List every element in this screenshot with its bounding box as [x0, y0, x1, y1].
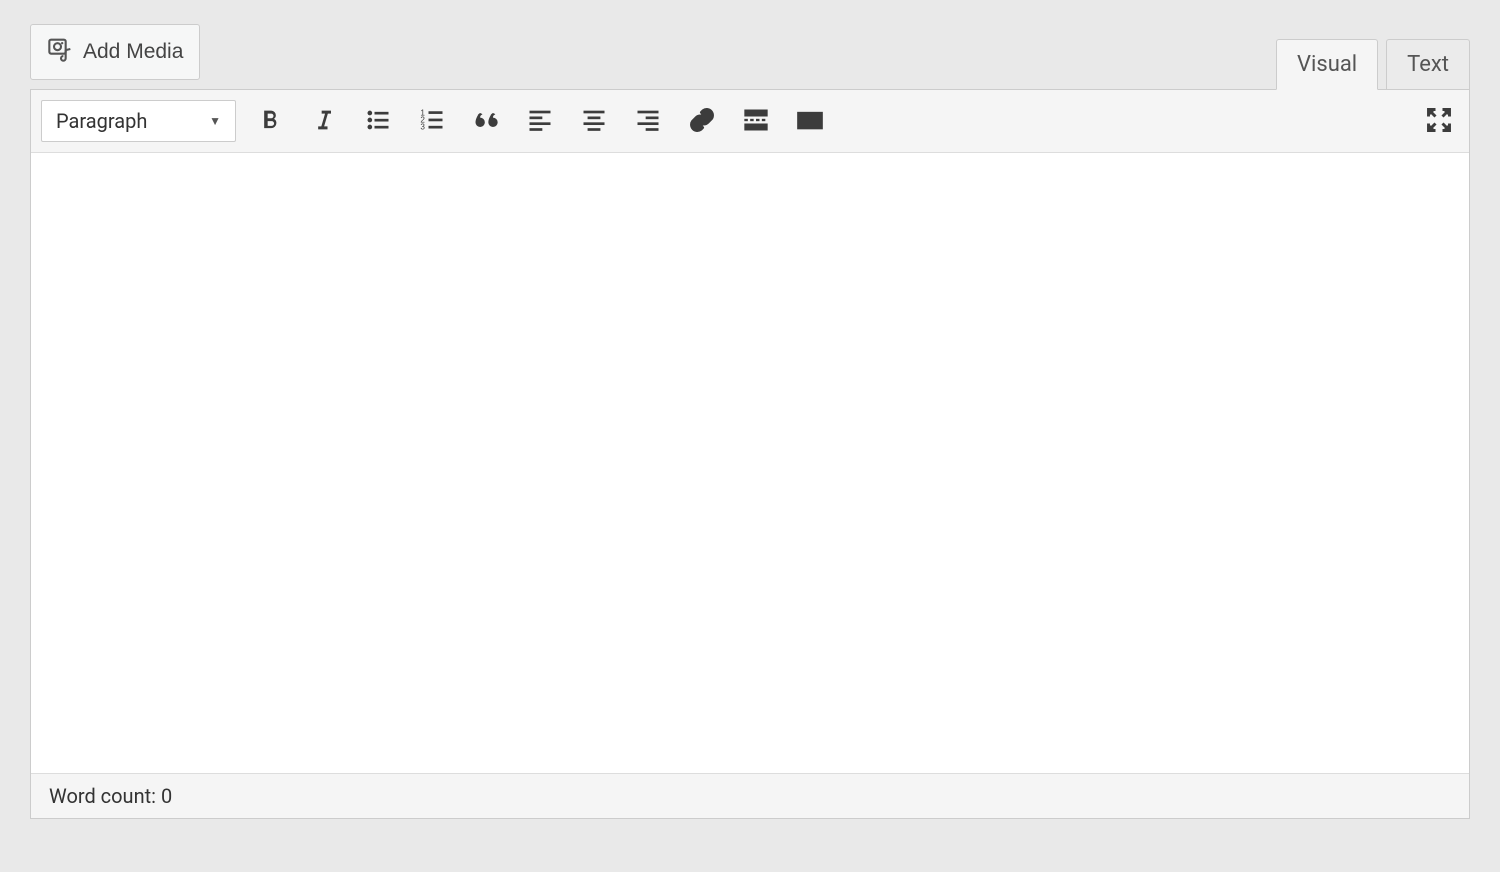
align-center-icon — [580, 106, 608, 137]
blockquote-button[interactable] — [466, 101, 506, 141]
add-media-label: Add Media — [83, 40, 183, 64]
editor-content-area[interactable] — [31, 153, 1469, 773]
status-bar: Word count: 0 — [31, 773, 1469, 818]
word-count-value: 0 — [161, 784, 172, 808]
keyboard-icon — [796, 106, 824, 137]
editor-top-row: Add Media Visual Text — [30, 24, 1470, 89]
camera-music-icon — [47, 35, 75, 69]
word-count-label: Word count: — [49, 784, 161, 808]
numbered-list-icon: 123 — [418, 106, 446, 137]
italic-button[interactable] — [304, 101, 344, 141]
blockquote-icon — [472, 106, 500, 137]
editor-tabs: Visual Text — [1276, 39, 1470, 89]
link-icon — [688, 106, 716, 137]
align-left-icon — [526, 106, 554, 137]
bold-button[interactable] — [250, 101, 290, 141]
fullscreen-button[interactable] — [1419, 101, 1459, 141]
insert-link-button[interactable] — [682, 101, 722, 141]
align-center-button[interactable] — [574, 101, 614, 141]
editor-box: Paragraph ▼ 123 — [30, 89, 1470, 819]
bulleted-list-icon — [364, 106, 392, 137]
read-more-icon — [742, 106, 770, 137]
tab-text[interactable]: Text — [1386, 39, 1470, 89]
chevron-down-icon: ▼ — [209, 114, 221, 128]
bold-icon — [256, 106, 284, 137]
svg-text:3: 3 — [420, 122, 425, 131]
toolbar-toggle-button[interactable] — [790, 101, 830, 141]
numbered-list-button[interactable]: 123 — [412, 101, 452, 141]
paragraph-format-select[interactable]: Paragraph ▼ — [41, 100, 236, 142]
align-left-button[interactable] — [520, 101, 560, 141]
read-more-button[interactable] — [736, 101, 776, 141]
bulleted-list-button[interactable] — [358, 101, 398, 141]
editor-container: Add Media Visual Text Paragraph ▼ — [30, 24, 1470, 819]
align-right-icon — [634, 106, 662, 137]
align-right-button[interactable] — [628, 101, 668, 141]
add-media-button[interactable]: Add Media — [30, 24, 200, 80]
tab-visual[interactable]: Visual — [1276, 39, 1378, 90]
format-select-label: Paragraph — [56, 109, 147, 133]
fullscreen-icon — [1425, 106, 1453, 137]
italic-icon — [310, 106, 338, 137]
editor-toolbar: Paragraph ▼ 123 — [31, 90, 1469, 153]
